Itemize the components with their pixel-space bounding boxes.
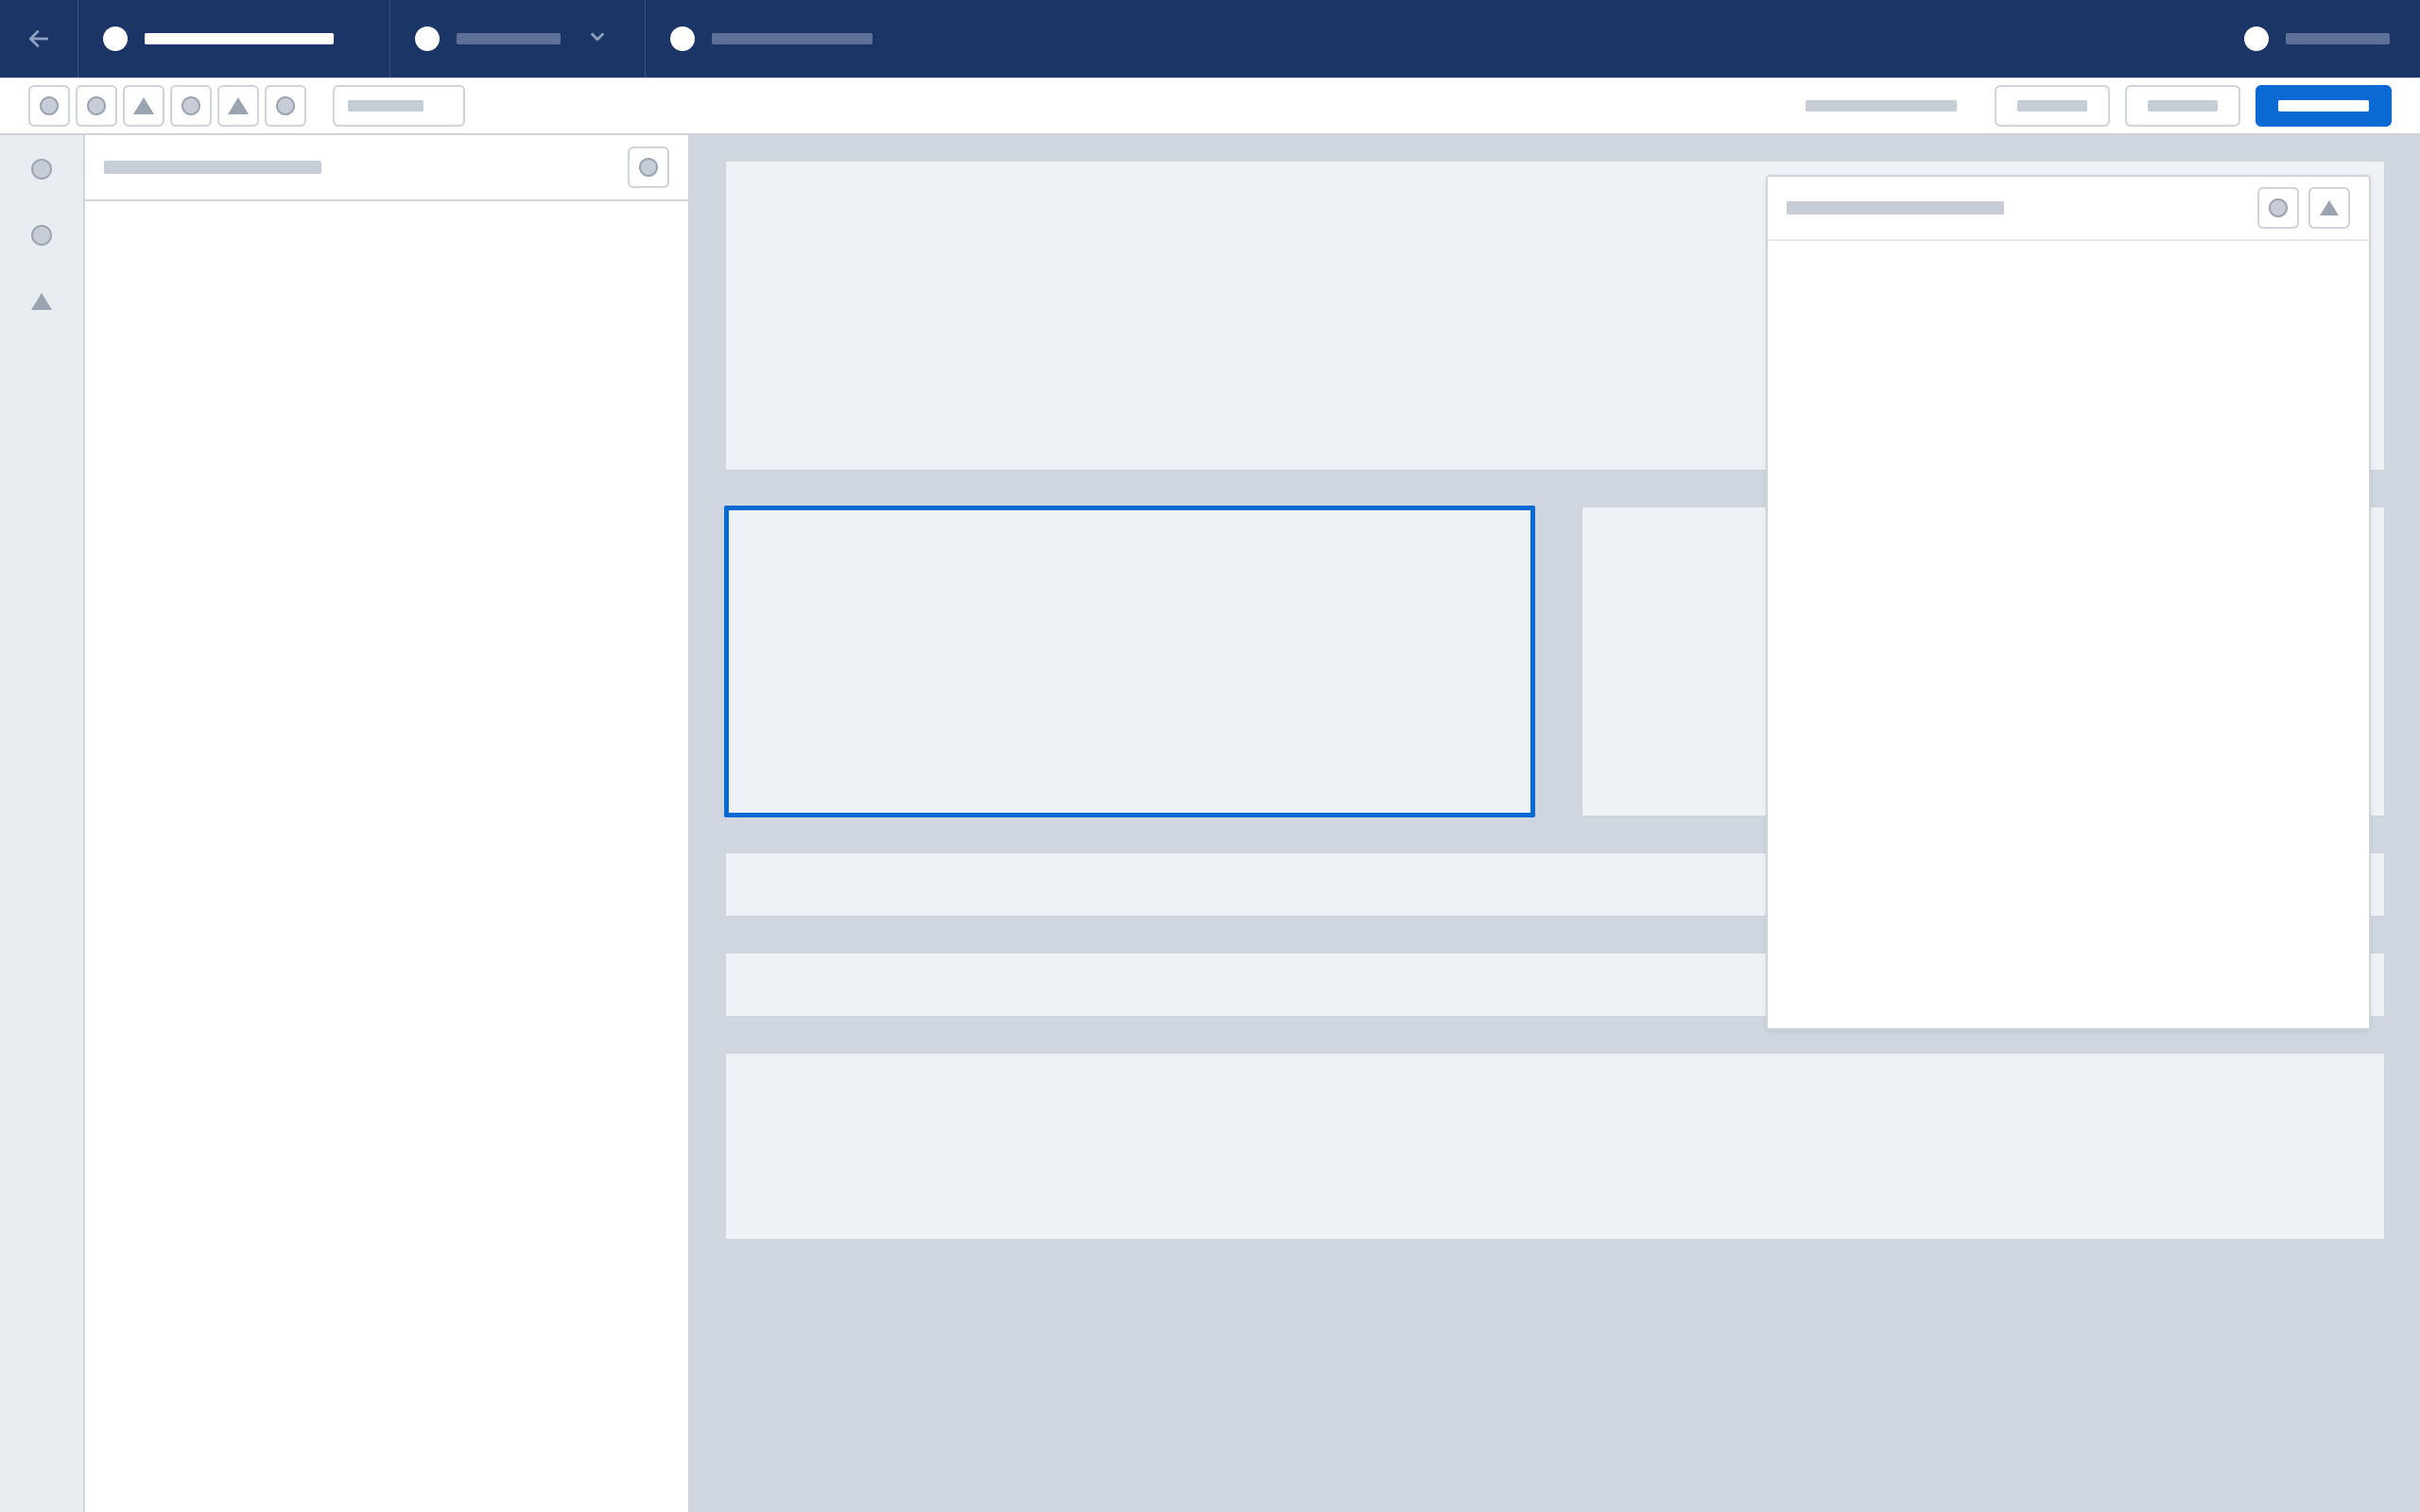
- nav-tab-1[interactable]: Project: [390, 0, 646, 77]
- tab-1-label-bar: [457, 33, 561, 44]
- toolbar-secondary-b[interactable]: Action: [2125, 85, 2240, 127]
- row-1-label: Row 1: [726, 853, 727, 854]
- arrow-left-icon: [26, 26, 51, 51]
- toolbar-button-6[interactable]: [265, 85, 306, 127]
- col-b-label: Column B: [1582, 507, 1583, 508]
- primary-bar: [2278, 100, 2369, 112]
- canvas-block-col-a[interactable]: Column A (selected): [724, 506, 1535, 817]
- tab-0-label-bar: [145, 33, 334, 44]
- toolbar-primary[interactable]: Publish: [2256, 85, 2392, 127]
- rail-item-1[interactable]: [30, 158, 53, 180]
- toolbar-button-5[interactable]: [217, 85, 259, 127]
- col-a-label: Column A (selected): [729, 510, 730, 511]
- circle-icon: [40, 96, 59, 115]
- circle-icon: [87, 96, 106, 115]
- triangle-icon: [228, 97, 249, 114]
- toolbar-button-1[interactable]: [28, 85, 70, 127]
- tab-0-icon: [103, 26, 128, 51]
- left-rail: [0, 135, 85, 1512]
- toolbar-status: Status: [1806, 100, 1957, 112]
- nav-tab-2[interactable]: Page: [646, 0, 948, 77]
- tab-2-label-bar: [712, 33, 873, 44]
- side-panel: Panel title Panel action: [85, 135, 690, 1512]
- side-panel-title-bar: [104, 161, 321, 174]
- inspector-panel[interactable]: Inspector Inspector action A Inspector a…: [1766, 175, 2371, 1030]
- toolbar-button-4[interactable]: [170, 85, 212, 127]
- circle-icon: [2269, 198, 2288, 217]
- circle-icon: [276, 96, 295, 115]
- secondary-b-bar: [2148, 100, 2218, 112]
- triangle-icon: [2320, 200, 2339, 215]
- back-button[interactable]: Back: [0, 0, 78, 77]
- inspector-button-b[interactable]: Inspector action B: [2308, 187, 2350, 229]
- rail-item-2[interactable]: [30, 224, 53, 247]
- triangle-icon: [31, 293, 52, 310]
- side-panel-action[interactable]: Panel action: [628, 146, 669, 188]
- canvas-block-row-3[interactable]: Row 3: [724, 1052, 2386, 1241]
- inspector-header: Inspector Inspector action A Inspector a…: [1768, 177, 2369, 241]
- rail-item-3[interactable]: [30, 290, 53, 313]
- chevron-down-icon: [587, 26, 608, 52]
- circle-icon: [639, 158, 658, 177]
- top-nav: Back Workspace Project Page Account: [0, 0, 2420, 78]
- side-panel-body: [85, 201, 688, 1512]
- tab-2-icon: [670, 26, 695, 51]
- tab-1-icon: [415, 26, 440, 51]
- toolbar: Search Status Action Action Publish: [0, 78, 2420, 135]
- account-menu[interactable]: Account: [2244, 26, 2420, 51]
- canvas[interactable]: Hero block Column A (selected) Column B …: [690, 135, 2420, 1512]
- secondary-a-bar: [2017, 100, 2087, 112]
- triangle-icon: [133, 97, 154, 114]
- inspector-body: [1768, 241, 2369, 1028]
- side-panel-header: Panel title Panel action: [85, 135, 688, 201]
- toolbar-button-2[interactable]: [76, 85, 117, 127]
- hero-label: Hero block: [726, 162, 727, 163]
- search-placeholder-bar: [348, 100, 424, 112]
- toolbar-secondary-a[interactable]: Action: [1995, 85, 2110, 127]
- row-3-label: Row 3: [726, 1054, 727, 1055]
- circle-icon: [31, 159, 52, 180]
- inspector-button-a[interactable]: Inspector action A: [2257, 187, 2299, 229]
- main-region: Panel title Panel action Hero block Colu…: [0, 135, 2420, 1512]
- toolbar-search[interactable]: Search: [333, 85, 465, 127]
- circle-icon: [31, 225, 52, 246]
- account-label-bar: [2286, 33, 2390, 44]
- nav-tab-0[interactable]: Workspace: [78, 0, 390, 77]
- circle-icon: [182, 96, 200, 115]
- avatar-icon: [2244, 26, 2269, 51]
- toolbar-button-3[interactable]: [123, 85, 164, 127]
- inspector-title-bar: [1787, 201, 2004, 215]
